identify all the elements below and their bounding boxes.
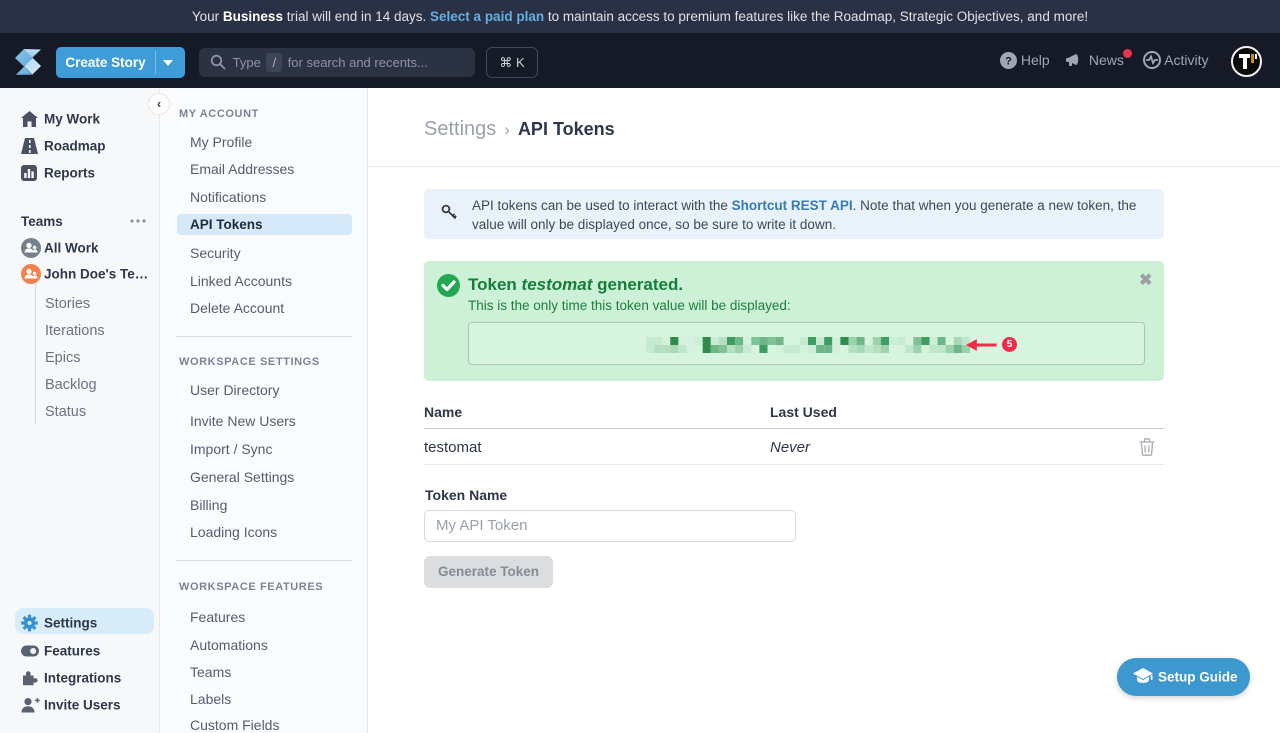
svg-text:?: ? bbox=[1005, 56, 1012, 68]
